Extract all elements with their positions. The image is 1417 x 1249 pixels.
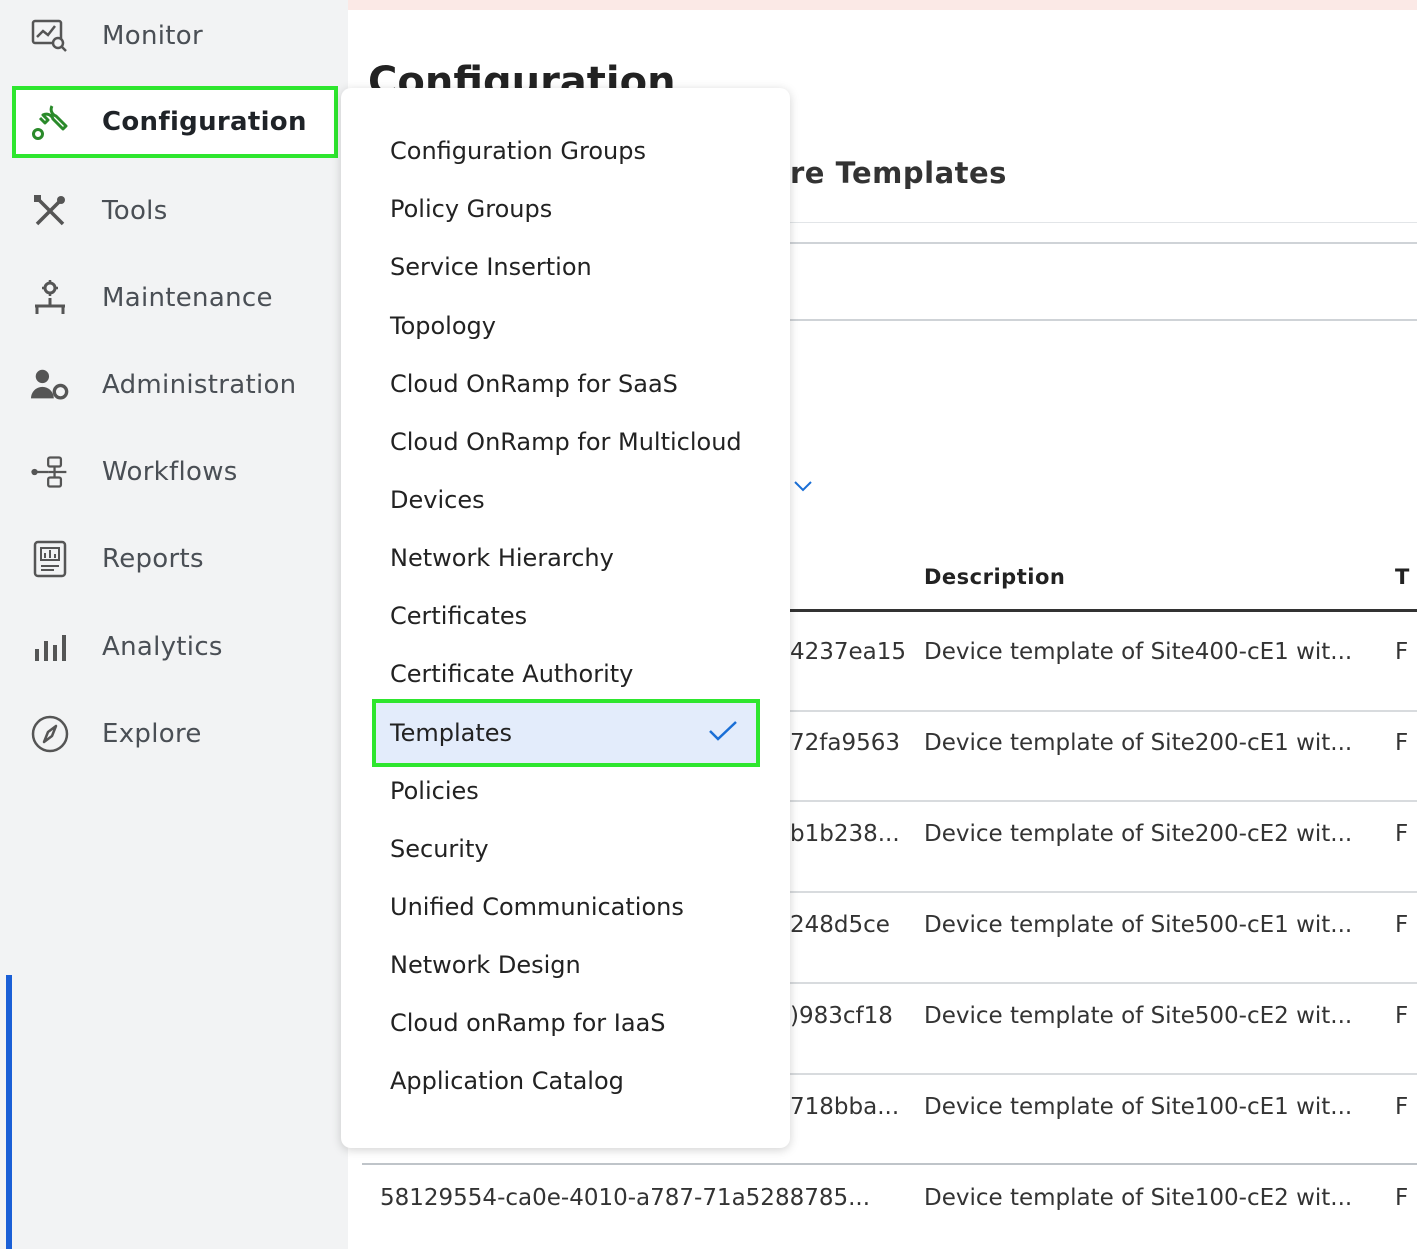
row-description: Device template of Site500-cE2 wit... bbox=[924, 1003, 1353, 1029]
menu-item-certificates[interactable]: Certificates bbox=[390, 602, 527, 630]
sidebar-item-workflows[interactable]: Workflows bbox=[12, 436, 338, 508]
menu-item-service-insertion[interactable]: Service Insertion bbox=[390, 253, 592, 281]
menu-item-configuration-groups[interactable]: Configuration Groups bbox=[390, 137, 646, 165]
menu-item-policy-groups[interactable]: Policy Groups bbox=[390, 195, 552, 223]
row-next: F bbox=[1395, 730, 1409, 756]
workflows-icon bbox=[30, 452, 70, 492]
chevron-down-icon[interactable] bbox=[793, 478, 813, 497]
alert-strip bbox=[348, 0, 1417, 10]
row-next: F bbox=[1395, 1094, 1409, 1120]
row-id: 4237ea15 bbox=[790, 639, 907, 665]
row-description: Device template of Site500-cE1 wit... bbox=[924, 912, 1353, 938]
sidebar-item-tools[interactable]: Tools bbox=[12, 175, 338, 247]
sidebar-accent-bar bbox=[6, 975, 12, 1249]
sidebar-item-label: Workflows bbox=[102, 457, 238, 487]
column-header-description[interactable]: Description bbox=[924, 565, 1065, 589]
admin-icon bbox=[30, 365, 70, 405]
search-box-bottom bbox=[790, 319, 1417, 321]
row-description: Device template of Site100-cE2 wit... bbox=[924, 1185, 1353, 1211]
wrench-icon bbox=[30, 102, 70, 142]
tools-icon bbox=[30, 191, 70, 231]
row-next: F bbox=[1395, 1003, 1409, 1029]
table-row[interactable]: 58129554-ca0e-4010-a787-71a5288785... De… bbox=[362, 1157, 1417, 1247]
row-id: 248d5ce bbox=[790, 912, 890, 938]
search-box-top bbox=[790, 242, 1417, 244]
row-next: F bbox=[1395, 1185, 1409, 1211]
row-id: b1b238... bbox=[790, 821, 900, 847]
sidebar-item-explore[interactable]: Explore bbox=[12, 698, 338, 770]
compass-icon bbox=[30, 714, 70, 754]
sidebar-item-label: Reports bbox=[102, 544, 204, 574]
monitor-icon bbox=[30, 16, 70, 56]
menu-item-label: Templates bbox=[390, 719, 513, 747]
maintenance-icon bbox=[30, 278, 70, 318]
row-description: Device template of Site200-cE2 wit... bbox=[924, 821, 1353, 847]
menu-item-network-design[interactable]: Network Design bbox=[390, 951, 581, 979]
sidebar-item-maintenance[interactable]: Maintenance bbox=[12, 262, 338, 334]
column-header-next[interactable]: T bbox=[1395, 565, 1410, 589]
row-description: Device template of Site200-cE1 wit... bbox=[924, 730, 1353, 756]
menu-item-certificate-authority[interactable]: Certificate Authority bbox=[390, 660, 633, 688]
analytics-icon bbox=[30, 627, 70, 667]
row-next: F bbox=[1395, 821, 1409, 847]
sidebar-item-label: Administration bbox=[102, 370, 297, 400]
sidebar-item-label: Configuration bbox=[102, 107, 307, 137]
menu-item-cloud-onramp-multicloud[interactable]: Cloud OnRamp for Multicloud bbox=[390, 428, 742, 456]
sidebar-item-label: Explore bbox=[102, 719, 202, 749]
sidebar-item-reports[interactable]: Reports bbox=[12, 523, 338, 595]
menu-item-policies[interactable]: Policies bbox=[390, 777, 479, 805]
checkmark-icon bbox=[708, 719, 738, 747]
sidebar-item-label: Maintenance bbox=[102, 283, 273, 313]
reports-icon bbox=[30, 539, 70, 579]
menu-item-cloud-onramp-saas[interactable]: Cloud OnRamp for SaaS bbox=[390, 370, 678, 398]
sidebar-item-monitor[interactable]: Monitor bbox=[12, 0, 338, 72]
sidebar-item-label: Tools bbox=[102, 196, 168, 226]
menu-item-templates[interactable]: Templates bbox=[372, 699, 760, 767]
menu-item-devices[interactable]: Devices bbox=[390, 486, 485, 514]
menu-item-topology[interactable]: Topology bbox=[390, 312, 496, 340]
divider bbox=[790, 222, 1417, 223]
row-next: F bbox=[1395, 639, 1409, 665]
row-description: Device template of Site400-cE1 wit... bbox=[924, 639, 1353, 665]
menu-item-cloud-onramp-iaas[interactable]: Cloud onRamp for IaaS bbox=[390, 1009, 666, 1037]
row-id: 58129554-ca0e-4010-a787-71a5288785... bbox=[380, 1185, 871, 1211]
sidebar-item-configuration[interactable]: Configuration bbox=[12, 86, 338, 158]
menu-item-security[interactable]: Security bbox=[390, 835, 489, 863]
menu-item-unified-communications[interactable]: Unified Communications bbox=[390, 893, 684, 921]
row-id: )983cf18 bbox=[790, 1003, 893, 1029]
menu-item-network-hierarchy[interactable]: Network Hierarchy bbox=[390, 544, 614, 572]
sidebar-item-administration[interactable]: Administration bbox=[12, 349, 338, 421]
sidebar-item-analytics[interactable]: Analytics bbox=[12, 611, 338, 683]
configuration-dropdown-menu: Configuration Groups Policy Groups Servi… bbox=[341, 88, 790, 1148]
sidebar: Monitor Configuration Tools Maintenance … bbox=[0, 0, 348, 1249]
row-next: F bbox=[1395, 912, 1409, 938]
row-id: 72fa9563 bbox=[790, 730, 900, 756]
row-description: Device template of Site100-cE1 wit... bbox=[924, 1094, 1353, 1120]
section-title: re Templates bbox=[790, 156, 1007, 190]
menu-item-application-catalog[interactable]: Application Catalog bbox=[390, 1067, 624, 1095]
sidebar-item-label: Analytics bbox=[102, 632, 223, 662]
row-id: 718bba... bbox=[790, 1094, 900, 1120]
sidebar-item-label: Monitor bbox=[102, 21, 203, 51]
